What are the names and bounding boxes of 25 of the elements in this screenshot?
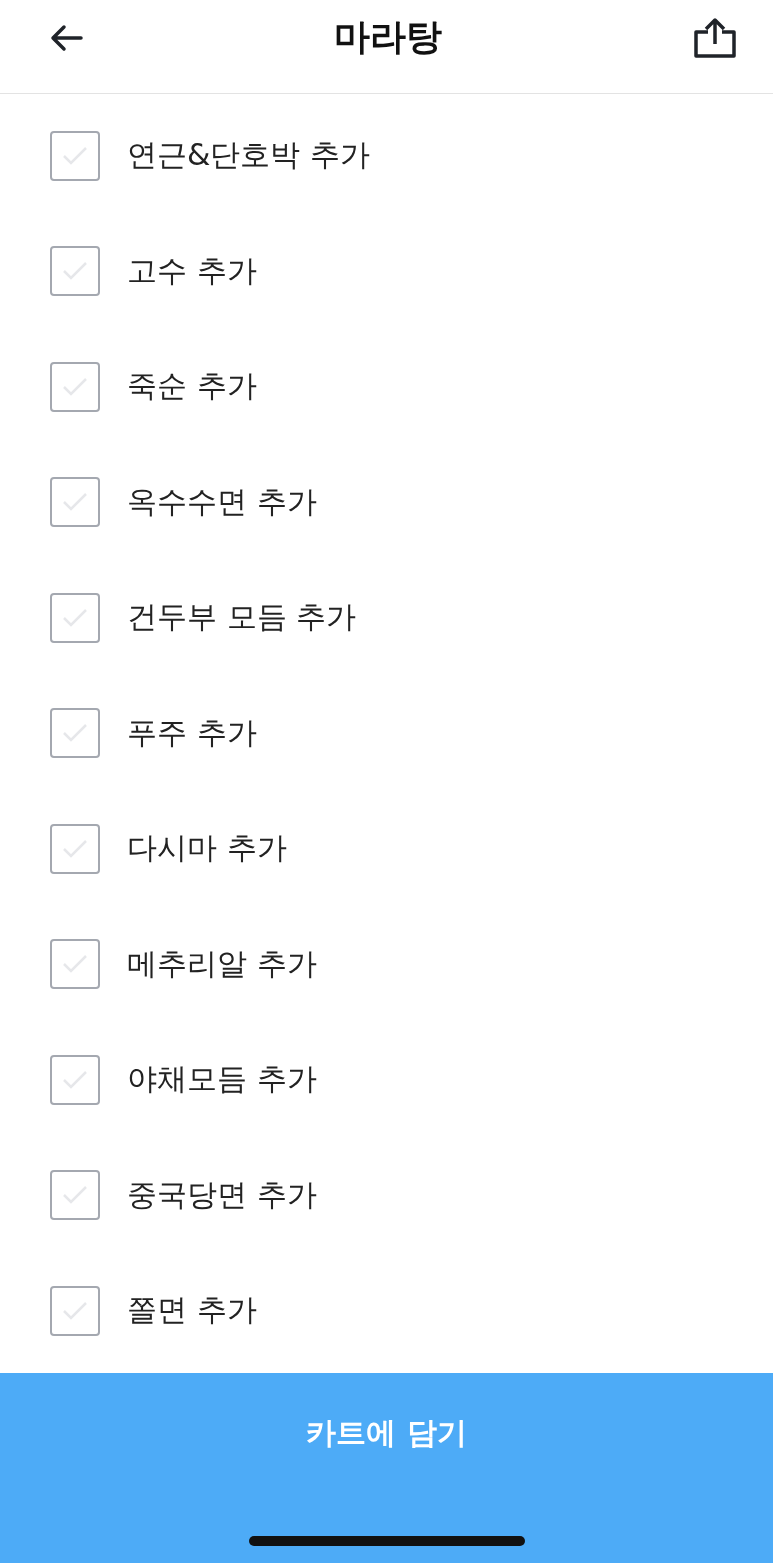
checkbox[interactable] — [50, 477, 100, 528]
checkbox[interactable] — [50, 1170, 100, 1221]
option-label: 쫄면 추가 — [127, 1291, 257, 1330]
option-label: 고수 추가 — [127, 251, 257, 290]
option-label: 메추리알 추가 — [127, 944, 317, 983]
option-label: 건두부 모듬 추가 — [127, 598, 357, 637]
checkbox[interactable] — [50, 130, 100, 181]
option-label: 중국당면 추가 — [127, 1175, 317, 1214]
option-label: 다시마 추가 — [127, 829, 287, 868]
back-icon[interactable] — [49, 23, 83, 52]
option-label: 옥수수면 추가 — [127, 482, 317, 521]
checkbox[interactable] — [50, 708, 100, 759]
checkbox[interactable] — [50, 1054, 100, 1105]
checkbox[interactable] — [50, 1285, 100, 1336]
checkbox[interactable] — [50, 592, 100, 643]
checkbox[interactable] — [50, 246, 100, 297]
option-label: 연근&단호박 추가 — [127, 136, 370, 175]
checkbox[interactable] — [50, 361, 100, 412]
option-label: 죽순 추가 — [127, 367, 257, 406]
share-icon[interactable] — [693, 17, 737, 58]
checkbox[interactable] — [50, 939, 100, 990]
page-title: 마라탕 — [334, 15, 442, 59]
option-label: 야채모듬 추가 — [127, 1060, 317, 1099]
option-label: 푸주 추가 — [127, 713, 257, 752]
checkbox[interactable] — [50, 823, 100, 874]
